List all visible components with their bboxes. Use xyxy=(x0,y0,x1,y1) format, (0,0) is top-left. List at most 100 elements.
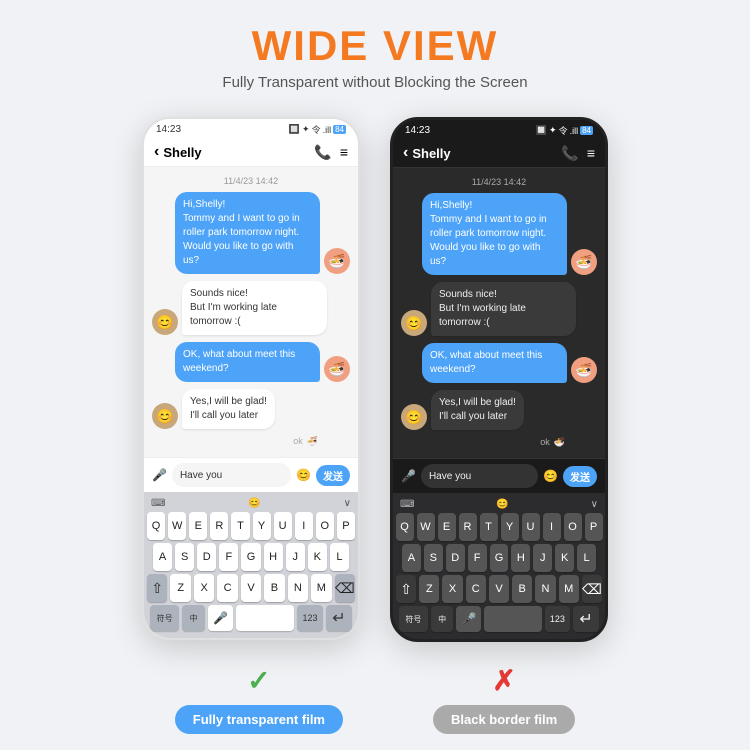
transparent-label: Fully transparent film xyxy=(175,705,343,734)
key-q-left[interactable]: Q xyxy=(147,512,165,540)
send-button-left[interactable]: 发送 xyxy=(316,465,350,486)
key-i-right[interactable]: I xyxy=(543,513,561,541)
key-del-right[interactable]: ⌫ xyxy=(582,575,602,603)
key-g-right[interactable]: G xyxy=(490,544,509,572)
key-v-right[interactable]: V xyxy=(489,575,509,603)
chat-header-right-icons2: 📞 ≡ xyxy=(561,145,595,162)
ok-row-right: ok 🍜 xyxy=(401,437,597,448)
input-field-right[interactable]: Have you xyxy=(421,464,538,488)
menu-icon-right: ≡ xyxy=(587,145,595,162)
key-w-left[interactable]: W xyxy=(168,512,186,540)
key-o-right[interactable]: O xyxy=(564,513,582,541)
key-p-right[interactable]: P xyxy=(585,513,603,541)
key-c-left[interactable]: C xyxy=(217,574,237,602)
key-m-right[interactable]: M xyxy=(559,575,579,603)
menu-icon-left: ≡ xyxy=(340,144,348,161)
ok-emoji-right: 🍜 xyxy=(554,437,565,448)
key-u-left[interactable]: U xyxy=(274,512,292,540)
key-c-right[interactable]: C xyxy=(466,575,486,603)
key-mic-bottom-left[interactable]: 🎤 xyxy=(208,605,233,631)
key-u-right[interactable]: U xyxy=(522,513,540,541)
key-l-right[interactable]: L xyxy=(577,544,596,572)
ok-row-left: ok 🍜 xyxy=(152,436,350,447)
key-q-right[interactable]: Q xyxy=(396,513,414,541)
key-i-left[interactable]: I xyxy=(295,512,313,540)
key-j-right[interactable]: J xyxy=(533,544,552,572)
key-n-right[interactable]: N xyxy=(535,575,555,603)
key-x-left[interactable]: X xyxy=(194,574,214,602)
msg-recv-1-left: 😊 Sounds nice!But I'm working late tomor… xyxy=(152,281,350,335)
key-v-left[interactable]: V xyxy=(241,574,261,602)
key-s-left[interactable]: S xyxy=(175,543,194,571)
key-f-left[interactable]: F xyxy=(219,543,238,571)
bubble-recv-2-right: Yes,I will be glad!I'll call you later xyxy=(431,390,524,430)
key-h-left[interactable]: H xyxy=(264,543,283,571)
key-z-left[interactable]: Z xyxy=(170,574,190,602)
msg-recv-1-right: 😊 Sounds nice!But I'm working late tomor… xyxy=(401,282,597,336)
mic-icon-right: 🎤 xyxy=(401,469,416,483)
key-b-left[interactable]: B xyxy=(264,574,284,602)
key-del-left[interactable]: ⌫ xyxy=(335,574,355,602)
key-y-right[interactable]: Y xyxy=(501,513,519,541)
key-w-right[interactable]: W xyxy=(417,513,435,541)
kb-bottom-left: 符号 中 🎤 123 ↵ xyxy=(147,605,355,634)
key-o-left[interactable]: O xyxy=(316,512,334,540)
send-button-right[interactable]: 发送 xyxy=(563,466,597,487)
key-z-right[interactable]: Z xyxy=(419,575,439,603)
key-s-right[interactable]: S xyxy=(424,544,443,572)
key-a-left[interactable]: A xyxy=(153,543,172,571)
ok-label-right: ok xyxy=(540,437,550,448)
page-title: WIDE VIEW xyxy=(222,22,527,70)
key-y-left[interactable]: Y xyxy=(253,512,271,540)
key-m-left[interactable]: M xyxy=(311,574,331,602)
msg-sent-1-right: Hi,Shelly!Tommy and I want to go in roll… xyxy=(401,193,597,275)
key-k-right[interactable]: K xyxy=(555,544,574,572)
key-zh-right[interactable]: 中 xyxy=(431,606,454,632)
key-symbol-right[interactable]: 符号 xyxy=(399,606,428,632)
kb-bottom-right: 符号 中 🎤 123 ↵ xyxy=(396,606,602,635)
key-g-left[interactable]: G xyxy=(241,543,260,571)
date-label-left: 11/4/23 14:42 xyxy=(152,176,350,186)
key-l-left[interactable]: L xyxy=(330,543,349,571)
avatar-sent-1-right: 🍜 xyxy=(571,249,597,275)
bubble-sent-1-left: Hi,Shelly!Tommy and I want to go in roll… xyxy=(175,192,320,274)
key-j-left[interactable]: J xyxy=(286,543,305,571)
key-f-right[interactable]: F xyxy=(468,544,487,572)
key-n-left[interactable]: N xyxy=(288,574,308,602)
input-text-right: Have you xyxy=(429,471,471,482)
key-enter-left[interactable]: ↵ xyxy=(326,605,352,631)
key-enter-right[interactable]: ↵ xyxy=(573,606,599,632)
key-space-left[interactable] xyxy=(236,605,294,631)
key-d-right[interactable]: D xyxy=(446,544,465,572)
date-label-right: 11/4/23 14:42 xyxy=(401,177,597,187)
key-symbol-left[interactable]: 符号 xyxy=(150,605,179,631)
key-e-left[interactable]: E xyxy=(189,512,207,540)
key-shift-left[interactable]: ⇧ xyxy=(147,574,167,602)
key-t-right[interactable]: T xyxy=(480,513,498,541)
key-d-left[interactable]: D xyxy=(197,543,216,571)
key-123-right[interactable]: 123 xyxy=(545,606,571,632)
key-mic-bottom-right[interactable]: 🎤 xyxy=(456,606,481,632)
chat-header-right: ‹ Shelly 📞 ≡ xyxy=(393,139,605,168)
key-x-right[interactable]: X xyxy=(442,575,462,603)
key-p-left[interactable]: P xyxy=(337,512,355,540)
status-bar-right: 14:23 🔲 ✦ 令 .ill 84 xyxy=(393,120,605,139)
key-k-left[interactable]: K xyxy=(308,543,327,571)
phones-comparison: 14:23 🔲 ✦ 令 .ill 84 ‹ Shelly 📞 ≡ xyxy=(142,117,608,642)
key-space-right[interactable] xyxy=(484,606,541,632)
key-a-right[interactable]: A xyxy=(402,544,421,572)
key-r-left[interactable]: R xyxy=(210,512,228,540)
key-t-left[interactable]: T xyxy=(231,512,249,540)
kb-row-1-left: Q W E R T Y U I O P xyxy=(147,512,355,540)
key-zh-left[interactable]: 中 xyxy=(182,605,205,631)
input-field-left[interactable]: Have you xyxy=(172,463,291,487)
key-shift-right[interactable]: ⇧ xyxy=(396,575,416,603)
msg-sent-2-left: OK, what about meet this weekend? 🍜 xyxy=(152,342,350,382)
key-123-left[interactable]: 123 xyxy=(297,605,323,631)
key-e-right[interactable]: E xyxy=(438,513,456,541)
key-h-right[interactable]: H xyxy=(511,544,530,572)
avatar-sent-2-left: 🍜 xyxy=(324,356,350,382)
key-b-right[interactable]: B xyxy=(512,575,532,603)
bubble-recv-1-right: Sounds nice!But I'm working late tomorro… xyxy=(431,282,576,336)
key-r-right[interactable]: R xyxy=(459,513,477,541)
